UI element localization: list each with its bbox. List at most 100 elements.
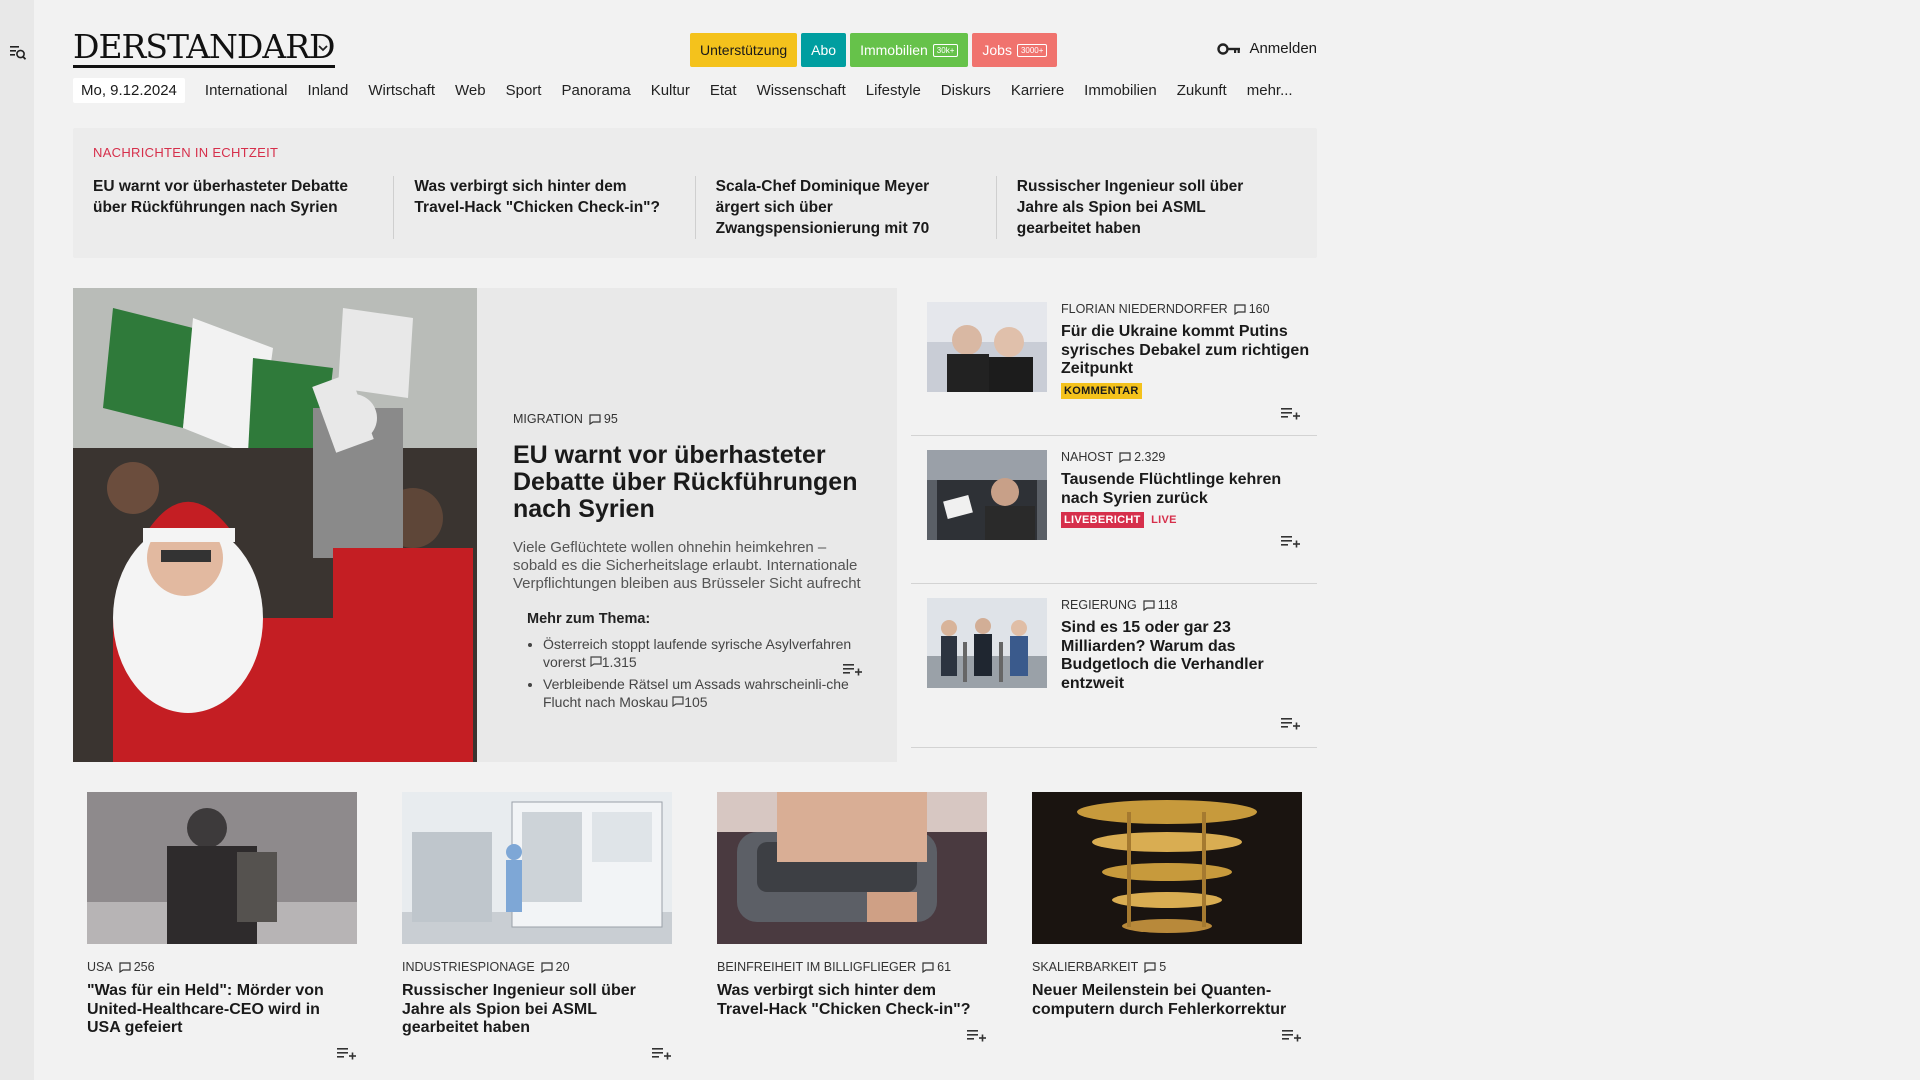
live-label: LIVE [1151,514,1177,526]
chevron-down-icon[interactable] [317,42,329,54]
key-icon [1217,42,1241,55]
airplane-seat-photo [717,792,987,944]
ticker-item[interactable]: EU warnt vor überhasteter Debatte über R… [93,176,393,239]
nav-item-sport[interactable]: Sport [506,82,542,99]
add-to-list-icon[interactable] [1281,534,1301,550]
add-to-list-icon[interactable] [843,662,863,678]
nav-item-lifestyle[interactable]: Lifestyle [866,82,921,99]
side-article-image[interactable] [927,450,1047,540]
side-kicker: NAHOST 2.329 [1061,450,1311,464]
add-to-list-icon[interactable] [1281,406,1301,422]
side-article-image[interactable] [927,302,1047,392]
add-to-list-icon[interactable] [967,1028,987,1044]
card-title[interactable]: Was verbirgt sich hinter dem Travel-Hack… [717,982,987,1019]
side-article-text: FLORIAN NIEDERNDORFER 160 Für die Ukraine… [1061,302,1311,399]
logo[interactable]: DERSTANDARD [73,30,336,68]
nav-item-panorama[interactable]: Panorama [561,82,630,99]
pill-immobilien[interactable]: Immobilien 30k+ [850,33,969,67]
ticker-item[interactable]: Russischer Ingenieur soll über Jahre als… [995,176,1297,239]
comment-icon [1119,451,1131,463]
side-article-list: FLORIAN NIEDERNDORFER 160 Für die Ukraine… [911,288,1317,748]
ticker-item[interactable]: Scala-Chef Dominique Meyer ärgert sich ü… [694,176,996,239]
add-to-list-icon[interactable] [1282,1028,1302,1044]
comment-count-value: 1.315 [601,654,637,670]
card-image[interactable] [1032,792,1302,944]
list-item[interactable]: Österreich stoppt laufende syrische Asyl… [543,635,873,671]
comment-icon [1144,961,1156,973]
kicker-label: USA [87,960,113,974]
article-cards: USA 256 "Was für ein Held": Mörder von Un… [87,792,1303,1072]
comment-count[interactable]: 20 [541,960,570,974]
nav-item-mehr[interactable]: mehr... [1247,82,1293,99]
page-main: DERSTANDARD Unterstützung Abo Immobilien… [34,0,1920,1080]
comment-count[interactable]: 95 [589,412,618,426]
pill-jobs[interactable]: Jobs 3000+ [972,33,1058,67]
side-article: REGIERUNG 118 Sind es 15 oder gar 23 Mill… [911,584,1317,748]
login-label: Anmelden [1249,40,1317,57]
card-title[interactable]: "Was für ein Held": Mörder von United-He… [87,982,357,1038]
side-article-image[interactable] [927,598,1047,688]
card-image[interactable] [87,792,357,944]
card-title[interactable]: Neuer Meilenstein bei Quanten-computern … [1032,982,1302,1019]
site-header: DERSTANDARD Unterstützung Abo Immobilien… [73,0,1317,68]
pill-badge: 30k+ [932,43,959,57]
more-topic-list: Österreich stoppt laufende syrische Asyl… [527,635,873,711]
add-to-list-icon[interactable] [337,1046,357,1062]
add-to-list-icon[interactable] [652,1046,672,1062]
kicker-label: BEINFREIHEIT IM BILLIGFLIEGER [717,960,917,974]
nav-item-diskurs[interactable]: Diskurs [941,82,991,99]
leaders-photo [927,302,1047,392]
nav-item-inland[interactable]: Inland [307,82,348,99]
pill-abo[interactable]: Abo [801,33,847,67]
side-article-text: REGIERUNG 118 Sind es 15 oder gar 23 Mill… [1061,598,1311,693]
comment-count[interactable]: 256 [119,960,155,974]
side-article-title[interactable]: Sind es 15 oder gar 23 Milliarden? Warum… [1061,619,1311,693]
realtime-ticker: NACHRICHTEN IN ECHTZEIT EU warnt vor übe… [73,128,1317,258]
comment-icon [541,961,553,973]
nav-item-kultur[interactable]: Kultur [651,82,690,99]
more-topic-label: Mehr zum Thema: [527,611,651,627]
card-image[interactable] [717,792,987,944]
card-kicker: SKALIERBARKEIT 5 [1032,960,1302,974]
comment-icon [119,961,131,973]
comment-count-value: 105 [684,694,708,710]
comment-count-value: 2.329 [1134,450,1166,464]
list-item[interactable]: Verbleibende Rätsel um Assads wahrschein… [543,675,873,711]
side-article-title[interactable]: Tausende Flüchtlinge kehren nach Syrien … [1061,471,1311,508]
nav-item-immobilien[interactable]: Immobilien [1084,82,1157,99]
comment-count[interactable]: 118 [1143,598,1178,612]
comment-count[interactable]: 2.329 [1119,450,1165,464]
ticker-label: NACHRICHTEN IN ECHTZEIT [93,145,279,160]
kommentar-badge: KOMMENTAR [1061,382,1142,399]
comment-icon [1143,599,1155,611]
nav-item-zukunft[interactable]: Zukunft [1177,82,1227,99]
more-topic: Mehr zum Thema: Österreich stoppt laufen… [513,611,873,711]
comment-count[interactable]: 5 [1144,960,1166,974]
left-sidebar [0,0,34,1080]
comment-count-value: 61 [937,960,952,974]
nav-item-international[interactable]: International [205,82,288,99]
hero-title[interactable]: EU warnt vor überhasteter Debatte über R… [513,442,873,523]
ticker-item[interactable]: Was verbirgt sich hinter dem Travel-Hack… [393,176,694,239]
card-title[interactable]: Russischer Ingenieur soll über Jahre als… [402,982,672,1038]
pill-unterstuetzung[interactable]: Unterstützung [690,33,798,67]
nav-item-web[interactable]: Web [455,82,486,99]
nav-item-wirtschaft[interactable]: Wirtschaft [368,82,435,99]
card-image[interactable] [402,792,672,944]
nav-item-karriere[interactable]: Karriere [1011,82,1064,99]
comment-count[interactable]: 160 [1234,302,1270,316]
comment-count[interactable]: 61 [922,960,951,974]
nav-item-etat[interactable]: Etat [710,82,737,99]
hero-image[interactable] [73,288,477,762]
pill-label: Abo [811,42,837,58]
login-button[interactable]: Anmelden [1217,40,1317,57]
comment-count-value: 5 [1159,960,1167,974]
side-article-title[interactable]: Für die Ukraine kommt Putins syrisches D… [1061,323,1311,379]
menu-search-icon[interactable] [9,44,27,62]
add-to-list-icon[interactable] [1281,716,1301,732]
comment-icon [590,656,602,668]
politicians-photo [927,598,1047,688]
comment-icon [922,961,934,973]
card-kicker: INDUSTRIESPIONAGE 20 [402,960,672,974]
nav-item-wissenschaft[interactable]: Wissenschaft [757,82,846,99]
